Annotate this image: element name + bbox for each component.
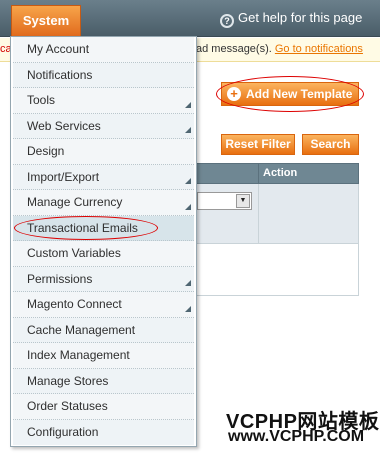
submenu-arrow-icon [185, 101, 191, 108]
system-dropdown-menu: My Account Notifications Tools Web Services… [10, 36, 197, 447]
menu-item-permissions[interactable]: Permissions [13, 266, 194, 292]
admin-header-bar: System ? Get help for this page [0, 0, 380, 37]
menu-item-manage-stores[interactable]: Manage Stores [13, 368, 194, 394]
dropdown-arrow-icon[interactable]: ▼ [236, 194, 250, 208]
menu-item-label: Web Services [27, 118, 101, 133]
question-icon: ? [220, 14, 234, 28]
menu-item-label: Permissions [27, 271, 93, 286]
submenu-arrow-icon [185, 127, 191, 133]
menu-item-notifications[interactable]: Notifications [13, 62, 194, 88]
menu-item-order-statuses[interactable]: Order Statuses [13, 394, 194, 420]
plus-icon: + [227, 87, 241, 101]
help-link[interactable]: ? Get help for this page [220, 10, 362, 28]
column-divider [258, 184, 259, 243]
notification-message-text: ad message(s). [196, 43, 272, 55]
menu-item-tools[interactable]: Tools [13, 88, 194, 114]
notification-message: ad message(s). Go to notifications [196, 43, 363, 55]
column-divider [258, 164, 259, 183]
menu-item-label: Cache Management [27, 322, 136, 337]
menu-item-label: Magento Connect [27, 297, 122, 311]
menu-item-label: Design [27, 144, 65, 158]
menu-item-import-export[interactable]: Import/Export [13, 164, 194, 190]
reset-filter-button[interactable]: Reset Filter [221, 134, 295, 155]
submenu-arrow-icon [185, 178, 191, 184]
menu-item-design[interactable]: Design [13, 139, 194, 165]
menu-item-cache-management[interactable]: Cache Management [13, 317, 194, 343]
menu-item-label: Tools [27, 93, 56, 107]
menu-item-label: Custom Variables [27, 246, 121, 260]
grid-body [196, 244, 359, 296]
system-menu-tab[interactable]: System [11, 5, 81, 37]
submenu-arrow-icon [185, 203, 191, 210]
search-button[interactable]: Search [302, 134, 359, 155]
menu-item-label: Transactional Emails [27, 220, 138, 235]
menu-item-magento-connect[interactable]: Magento Connect [13, 292, 194, 318]
go-to-notifications-link[interactable]: Go to notifications [275, 43, 363, 55]
menu-item-label: Configuration [27, 424, 99, 439]
watermark-url: www.VCPHP.COM [228, 428, 365, 445]
menu-item-label: Manage Currency [27, 195, 123, 209]
submenu-arrow-icon [185, 305, 191, 312]
filter-select[interactable]: ▼ [197, 192, 252, 210]
help-link-label: Get help for this page [238, 10, 363, 25]
grid-header: Action [196, 163, 359, 184]
menu-item-configuration[interactable]: Configuration [13, 419, 194, 445]
menu-item-label: Import/Export [27, 169, 100, 184]
add-new-template-label: Add New Template [246, 87, 353, 101]
add-new-template-button[interactable]: + Add New Template [221, 82, 359, 106]
menu-item-label: Manage Stores [27, 373, 109, 388]
menu-item-manage-currency[interactable]: Manage Currency [13, 190, 194, 216]
submenu-arrow-icon [185, 280, 191, 286]
menu-item-label: My Account [27, 42, 90, 56]
menu-item-transactional-emails[interactable]: Transactional Emails [13, 215, 194, 241]
menu-item-label: Index Management [27, 348, 130, 362]
menu-item-my-account[interactable]: My Account [13, 37, 194, 63]
menu-item-label: Notifications [27, 67, 93, 82]
action-column-header: Action [263, 167, 298, 179]
grid-filter-row: ▼ [196, 184, 359, 244]
menu-item-index-management[interactable]: Index Management [13, 343, 194, 369]
menu-item-custom-variables[interactable]: Custom Variables [13, 241, 194, 267]
menu-item-web-services[interactable]: Web Services [13, 113, 194, 139]
menu-item-label: Order Statuses [27, 399, 108, 413]
